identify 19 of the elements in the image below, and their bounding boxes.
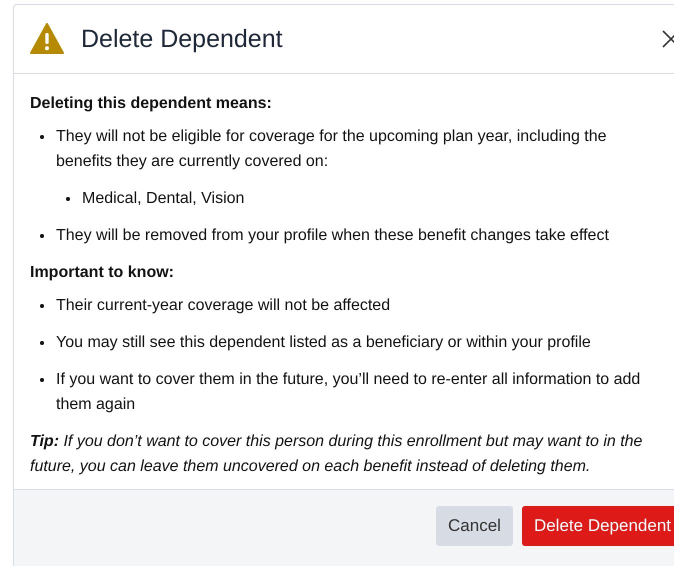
dialog-title: Delete Dependent [81, 24, 284, 54]
cancel-button[interactable]: Cancel [436, 506, 513, 546]
bullet-icon [40, 341, 44, 345]
bullet-icon [40, 378, 44, 382]
section-heading: Important to know: [30, 263, 175, 283]
bullet-icon [40, 304, 44, 308]
bullet-icon [40, 234, 44, 238]
delete-button[interactable]: Delete Dependent [522, 506, 674, 546]
tip-text: Tip: If you don’t want to cover this person during this enrollment but may want to in the future, you can leave them uncovered on each benefit instead of deleting them. [30, 432, 644, 477]
list-item-text: You may still see this dependent listed as a beneficiary or within your profile [56, 333, 591, 353]
bullet-icon [40, 135, 44, 139]
list-item-text: Their current-year coverage will not be affected [56, 296, 390, 316]
section-heading: Deleting this dependent means: [30, 94, 273, 114]
bullet-icon [66, 197, 70, 201]
list-item-text: Medical, Dental, Vision [82, 189, 244, 209]
list-item-text: They will be removed from your profile when these benefit changes take effect [56, 226, 609, 246]
list-item-text: They will not be eligible for coverage for the upcoming plan year, including the benefits they are currently covered on: [56, 127, 608, 172]
list-item-text: If you want to cover them in the future, you’ll need to re-enter all information to add them again [56, 370, 642, 415]
warning-icon [30, 23, 64, 55]
